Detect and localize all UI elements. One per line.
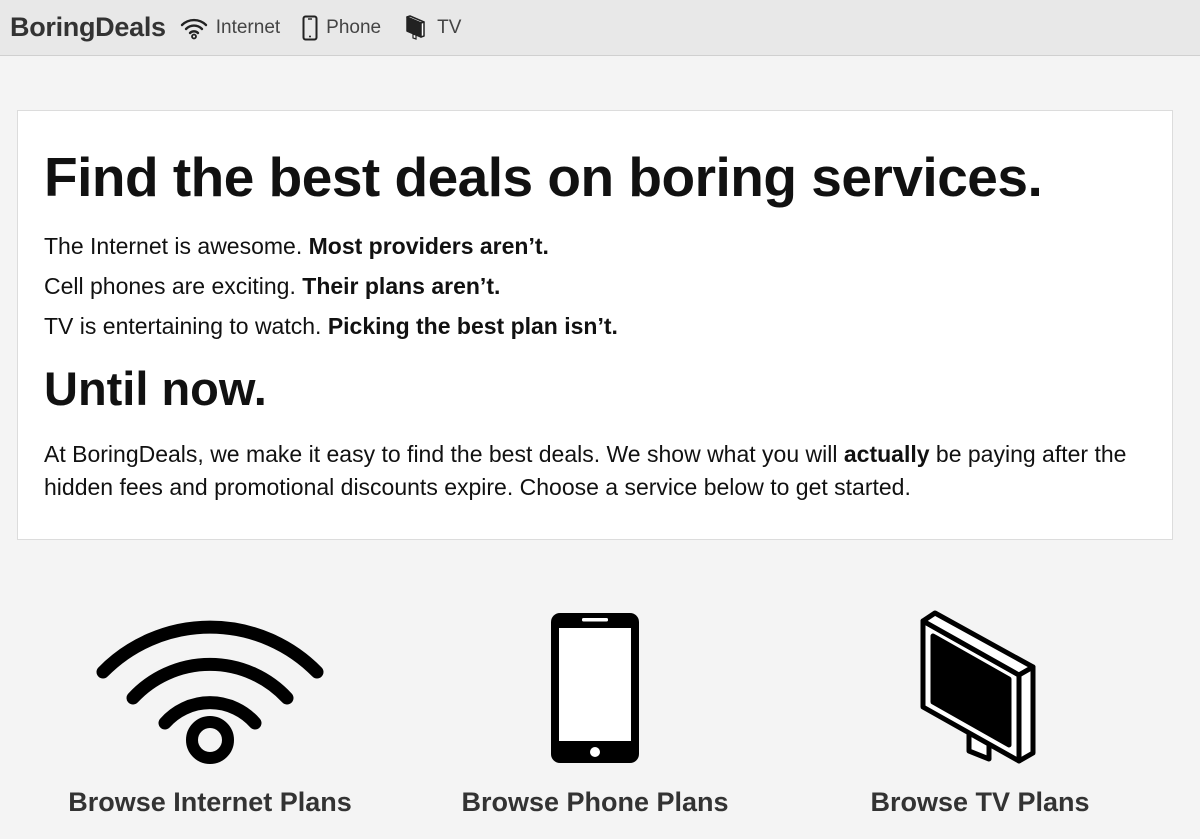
hero-line-phone: Cell phones are exciting. Their plans ar… (44, 273, 500, 300)
hero-line-emphasis: Their plans aren’t. (302, 273, 501, 299)
nav-item-label: Phone (326, 16, 382, 38)
hero-line-text: The Internet is awesome. (44, 233, 309, 259)
hero-paragraph-text: At BoringDeals, we make it easy to find … (44, 441, 844, 467)
browse-tv-label: Browse TV Plans (870, 787, 1090, 817)
navbar: BoringDeals Internet Phone TV (0, 0, 1200, 56)
hero-paragraph: At BoringDeals, we make it easy to find … (44, 438, 1144, 504)
tv-icon (810, 600, 1150, 765)
hero-line-text: TV is entertaining to watch. (44, 313, 328, 339)
browse-phone-label: Browse Phone Plans (461, 787, 729, 817)
brand-logo[interactable]: BoringDeals (10, 12, 166, 43)
hero-title: Find the best deals on boring services. (44, 146, 1043, 208)
browse-tv-plans-link[interactable]: Browse TV Plans (810, 600, 1150, 825)
hero-subtitle: Until now. (44, 362, 267, 415)
hero-line-emphasis: Picking the best plan isn’t. (327, 313, 618, 339)
browse-phone-plans-link[interactable]: Browse Phone Plans (425, 600, 765, 825)
nav-item-label: TV (437, 16, 462, 38)
phone-icon (425, 600, 765, 765)
hero-paragraph-emphasis: actually (843, 441, 930, 467)
browse-internet-plans-link[interactable]: Browse Internet Plans (40, 600, 380, 825)
hero-line-tv: TV is entertaining to watch. Picking the… (44, 313, 618, 340)
wifi-icon (180, 16, 208, 40)
hero-line-text: Cell phones are exciting. (44, 273, 303, 299)
browse-internet-label: Browse Internet Plans (68, 787, 352, 817)
nav-item-phone[interactable]: Phone (302, 15, 381, 41)
wifi-icon (40, 600, 380, 765)
nav-item-label: Internet (215, 16, 281, 38)
hero-line-emphasis: Most providers aren’t. (308, 233, 549, 259)
hero-line-internet: The Internet is awesome. Most providers … (44, 233, 549, 260)
nav-item-internet[interactable]: Internet (180, 16, 280, 40)
hero-panel: Find the best deals on boring services. … (17, 110, 1173, 540)
tv-icon (405, 14, 429, 41)
nav-item-tv[interactable]: TV (405, 14, 462, 41)
phone-icon (302, 15, 318, 41)
